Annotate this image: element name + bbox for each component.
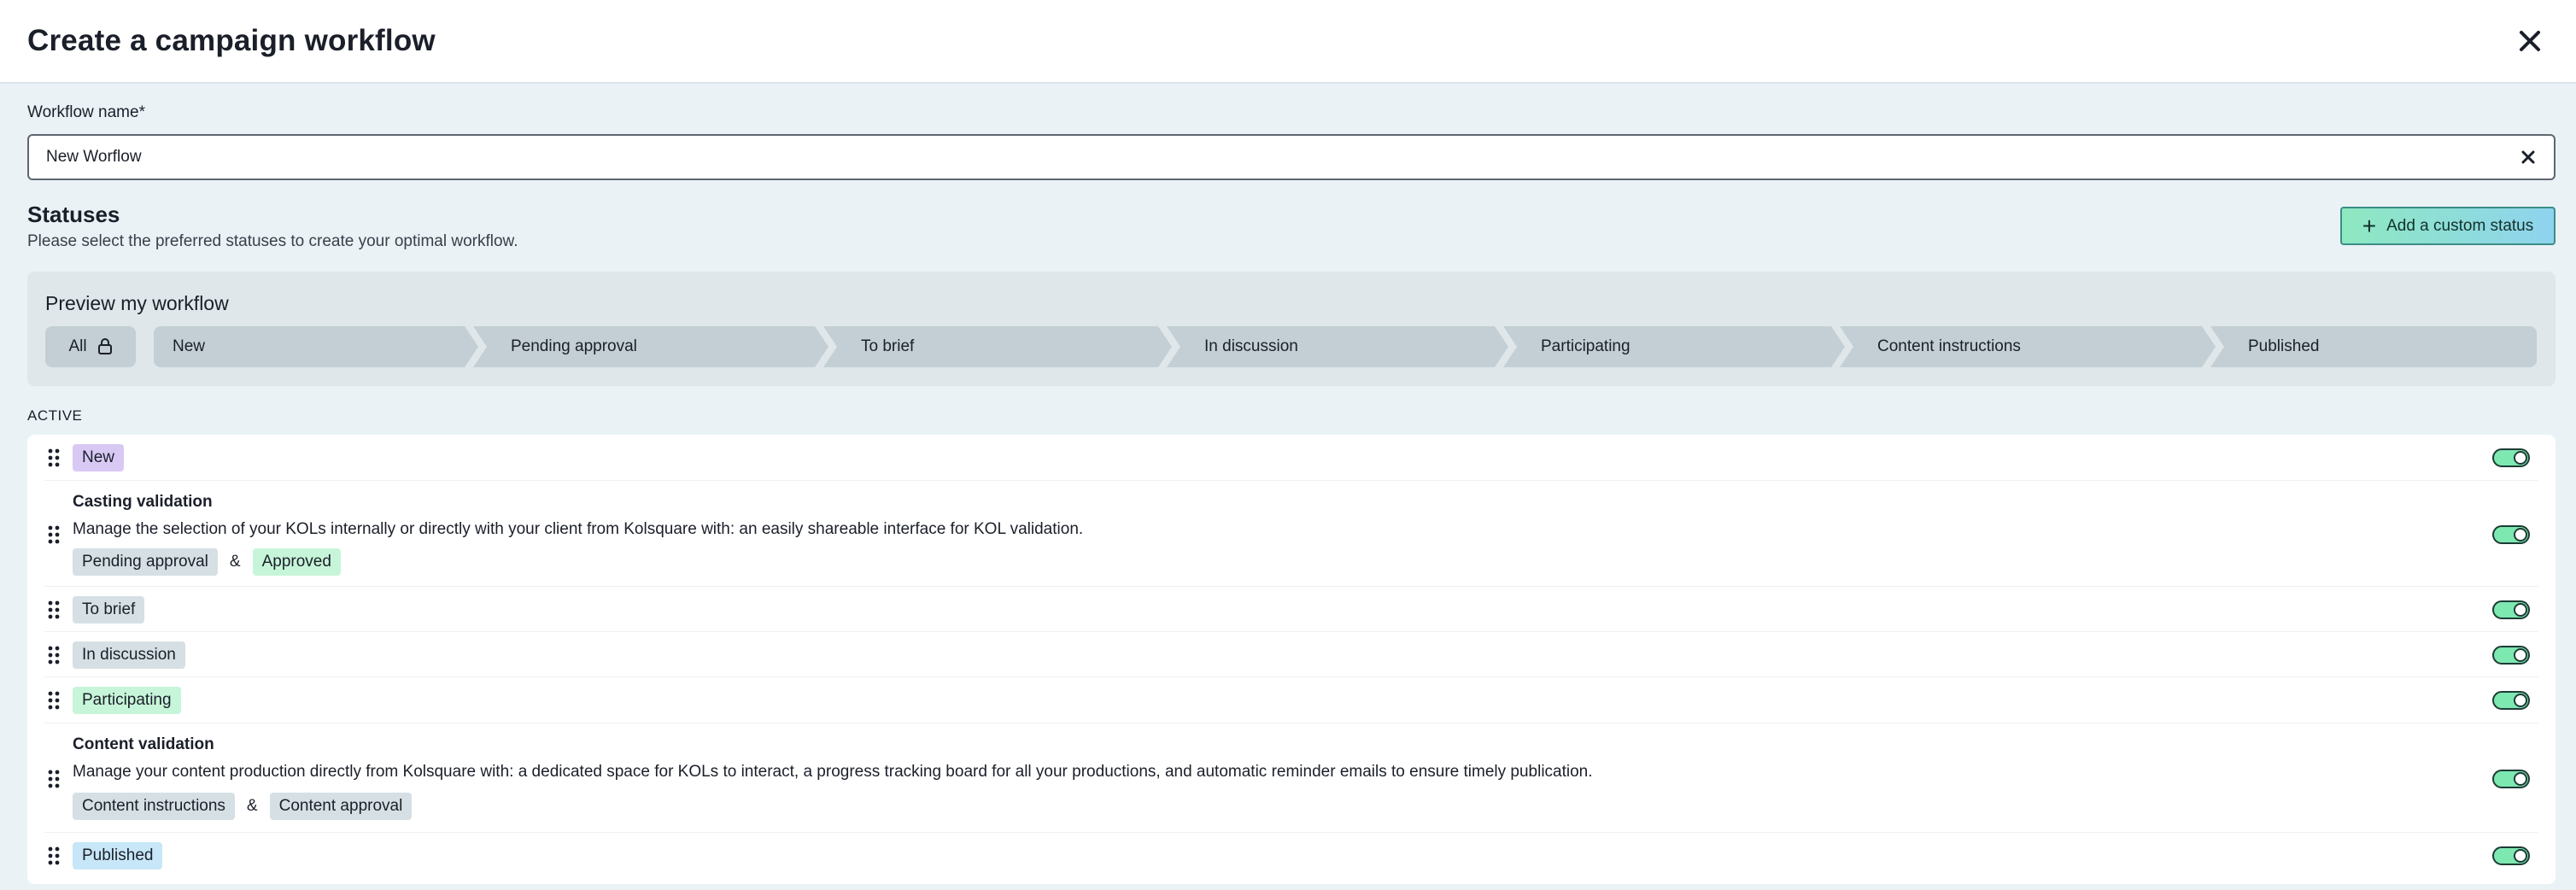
list-item-participating: Participating — [44, 677, 2538, 723]
status-tag: Approved — [252, 548, 341, 576]
status-tag: Published — [73, 842, 163, 870]
preview-step-label: In discussion — [1204, 337, 1298, 355]
close-icon — [2520, 31, 2540, 51]
group-title: Content validation — [73, 735, 214, 753]
group-description: Manage your content production directly … — [73, 763, 1593, 781]
drag-handle-icon[interactable] — [46, 769, 61, 789]
preview-step-label: New — [173, 337, 206, 355]
status-toggle[interactable] — [2492, 770, 2530, 788]
workflow-name-label: Workflow name* — [27, 103, 145, 121]
drag-handle-icon[interactable] — [46, 600, 61, 620]
clear-input-button[interactable] — [2503, 136, 2554, 179]
workflow-preview: Preview my workflow All New Pending appr… — [27, 272, 2556, 386]
preview-step-label: Published — [2248, 337, 2320, 355]
status-tag: Participating — [73, 687, 181, 714]
preview-step-content-instructions: Content instructions — [1840, 326, 2216, 367]
drag-handle-icon[interactable] — [46, 690, 61, 711]
workflow-name-input[interactable] — [29, 136, 2503, 179]
active-section-label: ACTIVE — [27, 407, 83, 424]
status-toggle[interactable] — [2492, 646, 2530, 665]
statuses-title: Statuses — [27, 202, 120, 227]
drag-handle-icon[interactable] — [46, 846, 61, 866]
preview-step-pending-approval: Pending approval — [473, 326, 828, 367]
list-item-content-validation: Content validation Manage your content p… — [44, 723, 2538, 833]
statuses-subtitle: Please select the preferred statuses to … — [27, 232, 518, 250]
status-tag: Content approval — [269, 793, 413, 820]
list-item-in-discussion: In discussion — [44, 632, 2538, 677]
status-toggle[interactable] — [2492, 448, 2530, 467]
close-button[interactable] — [2515, 26, 2545, 56]
list-item-casting-validation: Casting validation Manage the selection … — [44, 481, 2538, 587]
preview-step-label: Content instructions — [1877, 337, 2021, 355]
lock-icon — [97, 338, 112, 354]
preview-step-label: Pending approval — [511, 337, 637, 355]
tag-joiner: & — [246, 797, 258, 815]
status-tag: Content instructions — [73, 793, 235, 820]
preview-all-label: All — [68, 337, 87, 355]
modal-header: Create a campaign workflow — [0, 0, 2576, 84]
plus-icon: + — [2362, 212, 2377, 239]
add-custom-status-label: Add a custom status — [2386, 216, 2534, 235]
drag-handle-icon[interactable] — [46, 448, 61, 468]
toggle-knob — [2514, 648, 2527, 662]
drag-handle-icon[interactable] — [46, 524, 61, 545]
preview-step-new: New — [154, 326, 478, 367]
tag-joiner: & — [229, 553, 241, 571]
workflow-name-field — [27, 134, 2556, 180]
preview-step-label: Participating — [1541, 337, 1630, 355]
toggle-knob — [2514, 694, 2527, 707]
group-description: Manage the selection of your KOLs intern… — [73, 520, 1084, 538]
status-tag: In discussion — [73, 641, 185, 669]
toggle-knob — [2514, 603, 2527, 617]
group-tags: Content instructions & Content approval — [73, 793, 413, 820]
preview-step-to-brief: To brief — [823, 326, 1172, 367]
status-tag: Pending approval — [73, 548, 218, 576]
preview-title: Preview my workflow — [45, 292, 229, 314]
preview-step-in-discussion: In discussion — [1167, 326, 1508, 367]
add-custom-status-button[interactable]: + Add a custom status — [2340, 207, 2556, 245]
toggle-knob — [2514, 849, 2527, 863]
status-tag: To brief — [73, 596, 145, 624]
list-item-to-brief: To brief — [44, 587, 2538, 632]
group-tags: Pending approval & Approved — [73, 548, 341, 576]
preview-step-participating: Participating — [1503, 326, 1845, 367]
preview-step-label: To brief — [861, 337, 915, 355]
preview-step-published: Published — [2210, 326, 2537, 367]
clear-icon — [2521, 150, 2535, 164]
status-toggle[interactable] — [2492, 846, 2530, 865]
page-title: Create a campaign workflow — [27, 24, 436, 57]
status-toggle[interactable] — [2492, 525, 2530, 544]
preview-steps: New Pending approval To brief In discuss… — [154, 326, 2537, 367]
group-title: Casting validation — [73, 493, 213, 511]
active-status-list: New Casting validation Manage the select… — [27, 435, 2556, 884]
status-toggle[interactable] — [2492, 600, 2530, 619]
toggle-knob — [2514, 528, 2527, 542]
toggle-knob — [2514, 451, 2527, 465]
status-toggle[interactable] — [2492, 691, 2530, 710]
list-item-new: New — [44, 435, 2538, 481]
status-tag: New — [73, 444, 125, 471]
preview-all-pill: All — [45, 326, 136, 367]
list-item-published: Published — [44, 833, 2538, 879]
drag-handle-icon[interactable] — [46, 645, 61, 665]
toggle-knob — [2514, 772, 2527, 786]
